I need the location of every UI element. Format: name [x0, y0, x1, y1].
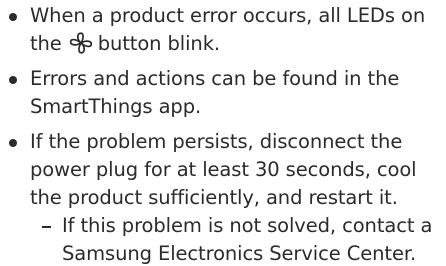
bullet-dot	[9, 76, 17, 84]
sub-list-item-text: Samsung Electronics Service Center.	[62, 242, 417, 265]
list-item-line: When a product error occurs, all LEDs on	[30, 4, 425, 28]
bullet-dot	[9, 139, 17, 147]
list-item-line: the button blink.	[30, 32, 220, 56]
list-item-text: If the problem persists, disconnect the	[30, 130, 403, 153]
list-item-text: When a product error occurs, all LEDs on	[30, 4, 426, 27]
list-item-text: power plug for at least 30 seconds, cool	[30, 158, 417, 181]
bullet-dot	[9, 13, 17, 21]
list-item-text: the product sufficiently, and restart it…	[30, 186, 398, 209]
instruction-list: When a product error occurs, all LEDs on…	[0, 0, 446, 266]
list-item-text: button blink.	[97, 32, 220, 55]
sub-list-item-text: If this problem is not solved, contact a	[62, 214, 433, 237]
list-item-text: Errors and actions can be found in the	[30, 67, 400, 90]
fan-icon	[69, 32, 93, 54]
list-item-text: the	[30, 32, 62, 55]
sub-list-dash	[42, 226, 51, 228]
list-item-text: SmartThings app.	[30, 95, 202, 118]
